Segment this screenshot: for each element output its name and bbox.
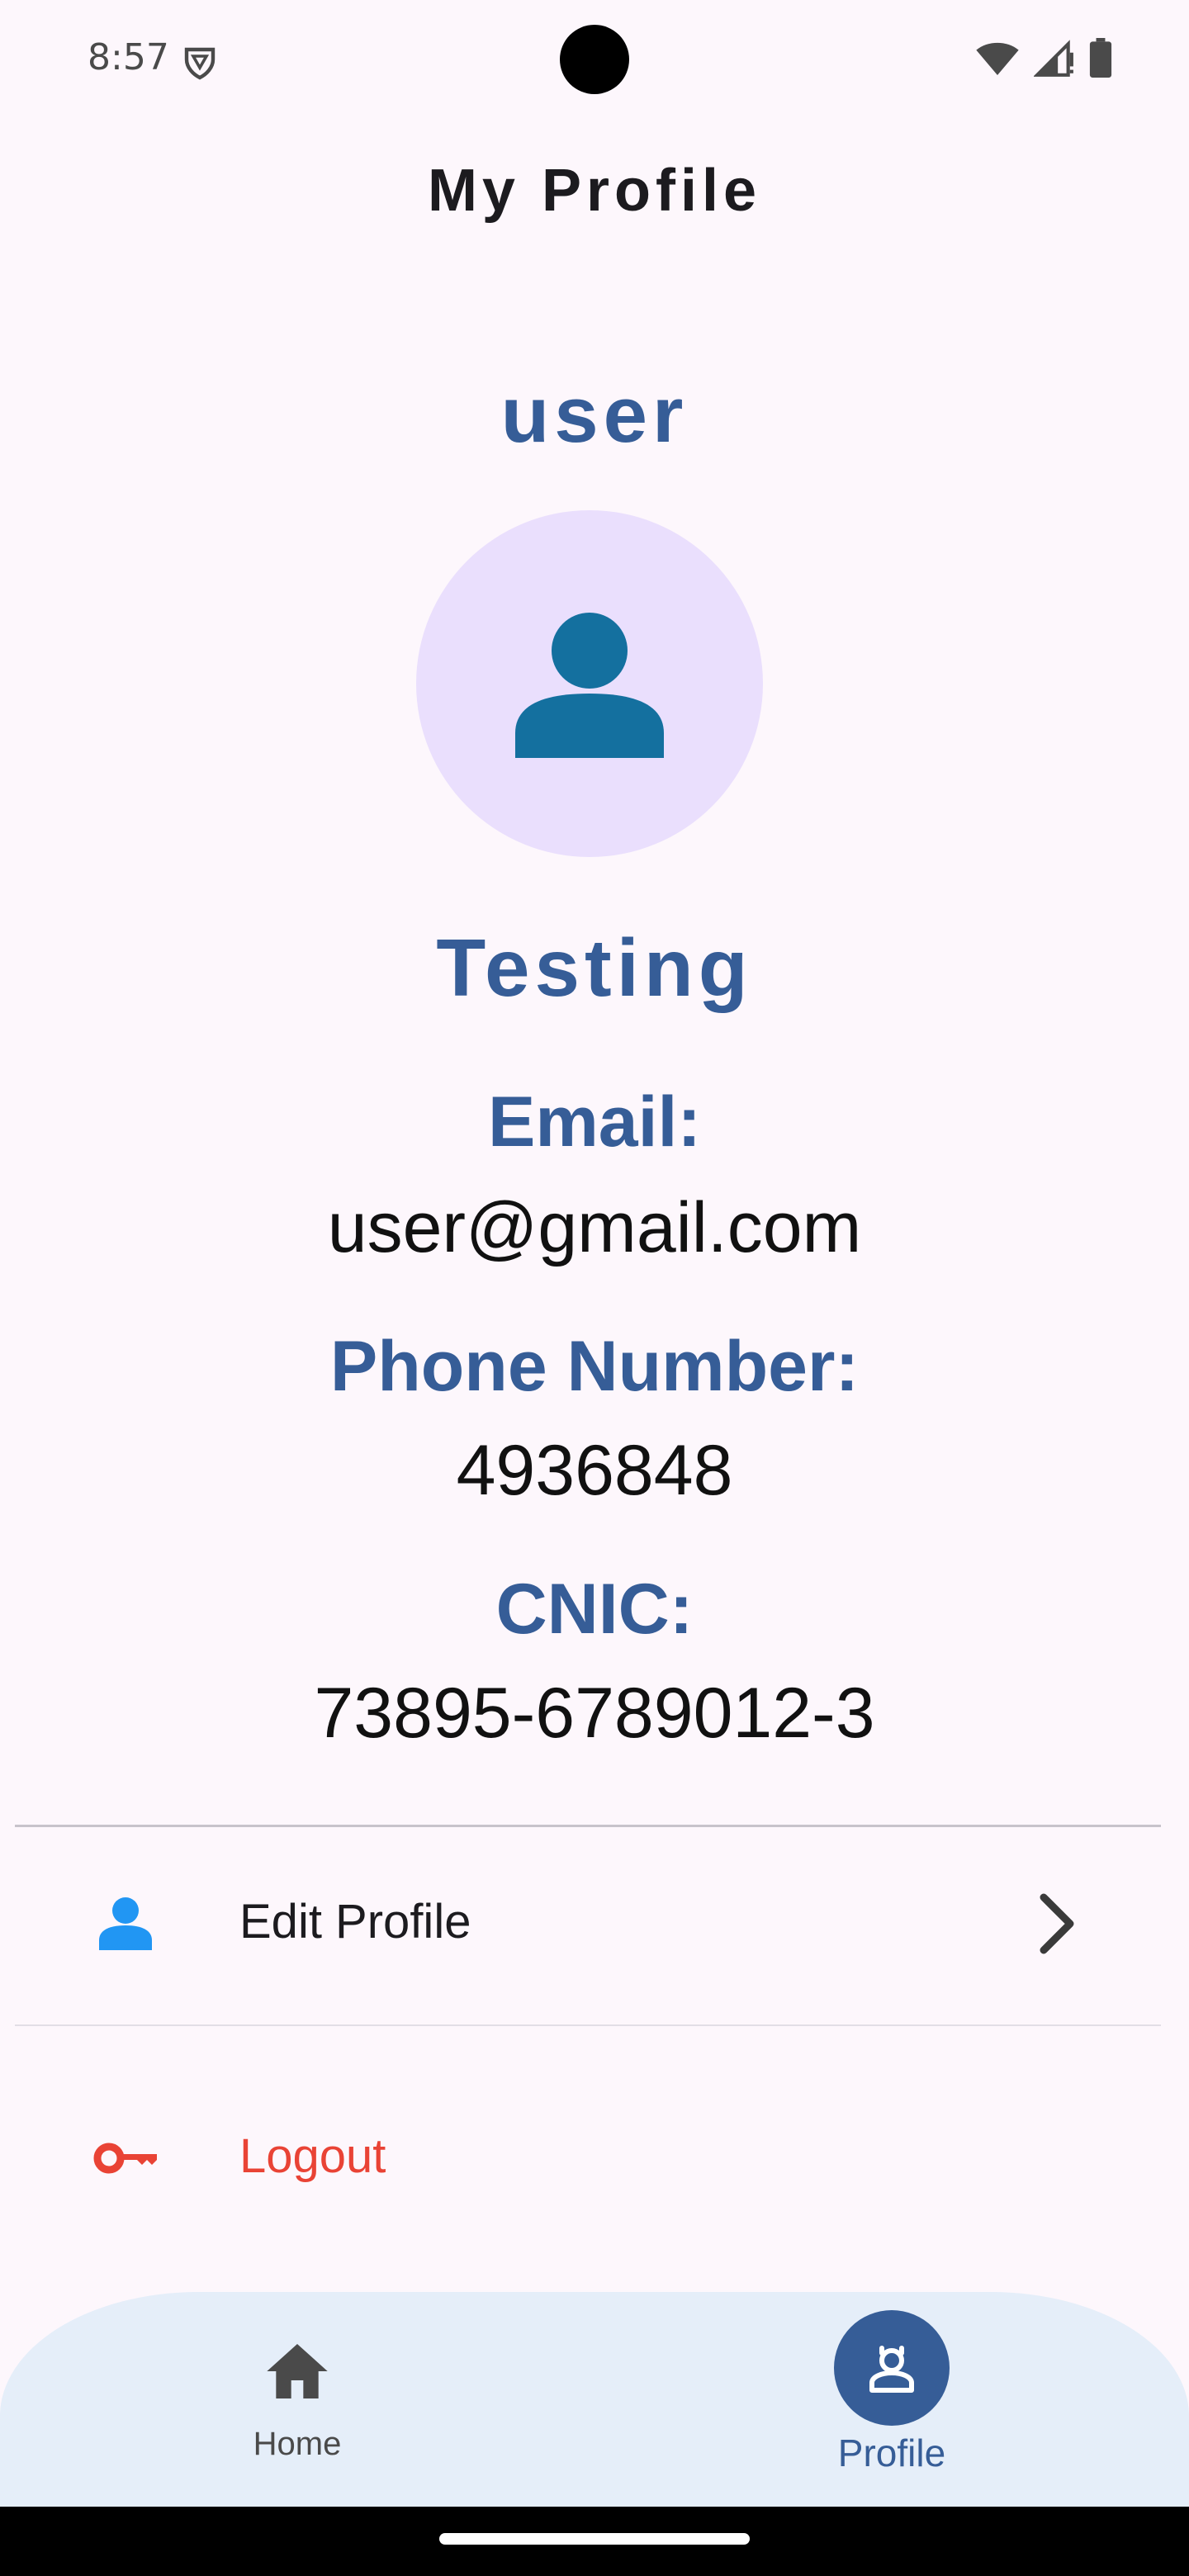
logout-label: Logout [239,2129,386,2183]
cell-signal-icon [1034,40,1073,77]
phone-label: Phone Number: [329,1327,860,1406]
phone-value: 4936848 [456,1431,733,1510]
bottom-navigation: Home Profile [0,2292,1189,2507]
profile-badge-icon [869,2346,914,2393]
logout-row[interactable]: Logout [0,2076,1189,2241]
status-icons [974,38,1113,78]
divider [15,2024,1161,2026]
person-icon [515,613,664,758]
nav-item-home[interactable]: Home [173,2292,421,2507]
home-icon [267,2344,328,2398]
status-bar: 8:57 [0,0,1189,116]
chevron-right-icon [1040,1893,1074,1954]
status-time: 8:57 [88,36,169,78]
email-label: Email: [487,1082,702,1162]
edit-profile-label: Edit Profile [239,1895,471,1949]
full-name: Testing [436,922,753,1013]
vpn-shield-icon [184,47,216,80]
nav-active-indicator [834,2310,950,2426]
key-icon [93,2143,157,2174]
divider [15,1825,1161,1827]
profile-screen: 8:57 My Profile user Testing Email: user… [0,0,1189,2576]
page-title: My Profile [427,158,762,224]
avatar [416,510,763,857]
edit-profile-row[interactable]: Edit Profile [0,1841,1189,2006]
battery-icon [1089,38,1112,78]
home-gesture-handle[interactable] [439,2533,750,2545]
cnic-label: CNIC: [495,1570,694,1649]
wifi-icon [976,42,1019,75]
edit-profile-person-icon [99,1897,152,1950]
nav-label-home: Home [253,2426,342,2462]
nav-item-profile[interactable]: Profile [768,2292,1016,2507]
username: user [500,371,689,459]
camera-cutout [560,25,629,94]
email-value: user@gmail.com [327,1188,862,1267]
nav-label-profile: Profile [837,2432,946,2474]
cnic-value: 73895-6789012-3 [314,1674,875,1753]
